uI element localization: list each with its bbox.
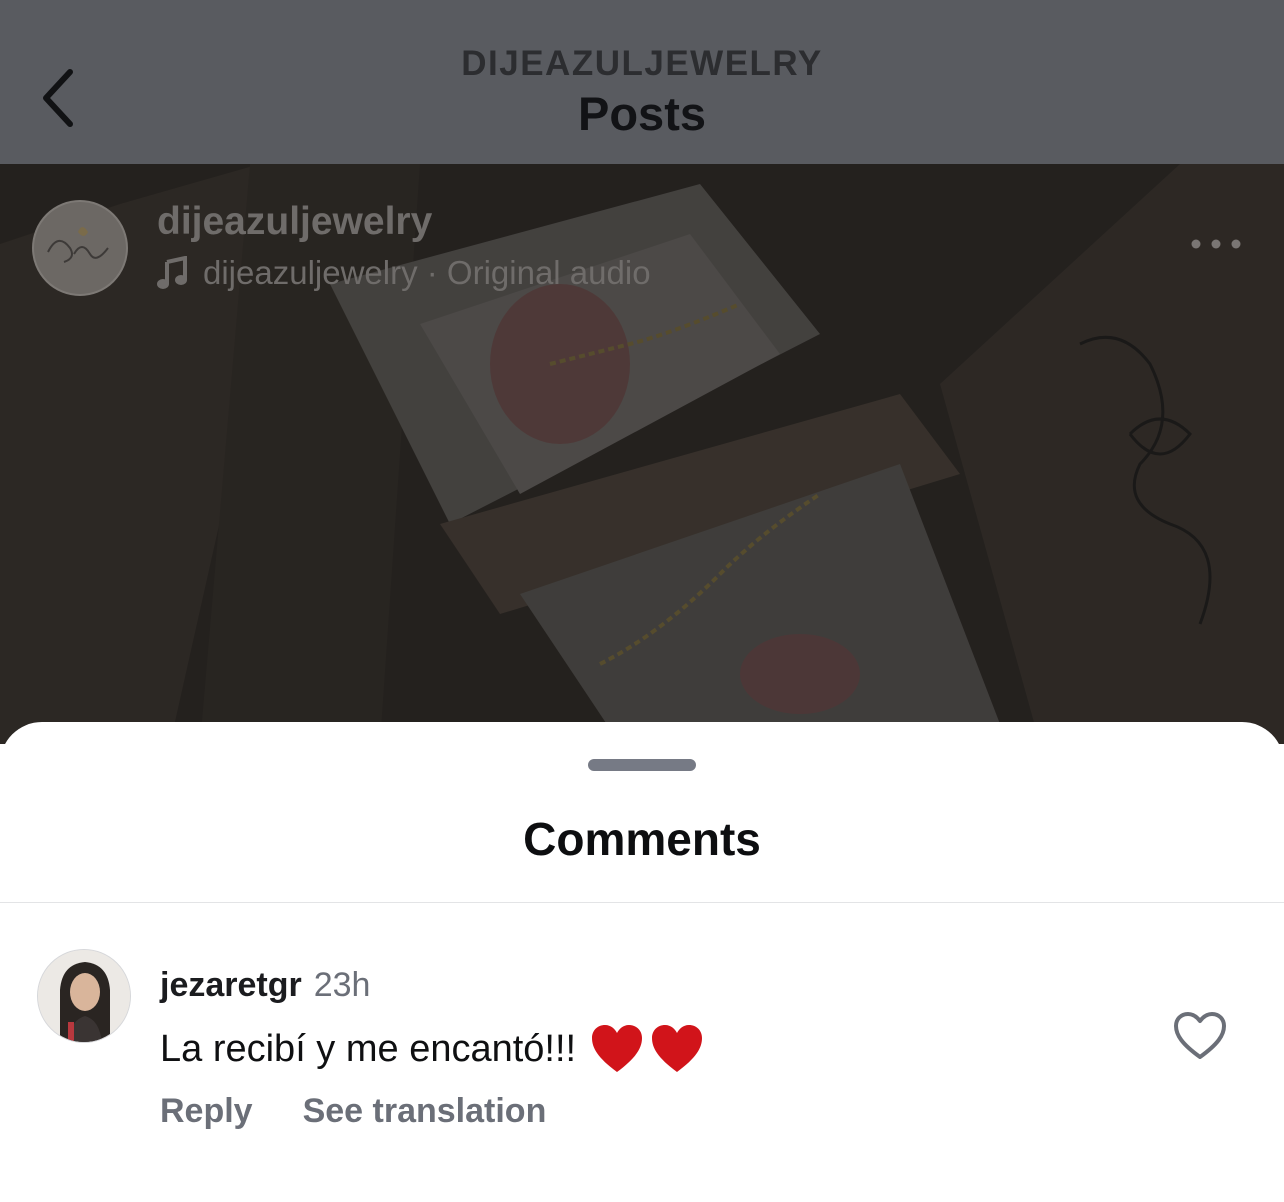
red-heart-icon: [592, 1025, 643, 1072]
comment-timestamp: 23h: [313, 966, 371, 1004]
sheet-drag-handle[interactable]: [588, 759, 696, 771]
hearts-emoji: [590, 1024, 704, 1074]
instagram-posts-screen: DIJEAZULJEWELRY Posts dijeazuljewelry di…: [0, 0, 1284, 1202]
heart-outline-icon: [1174, 1012, 1226, 1059]
comments-sheet: Comments jezaretgr 23h La recibí y me en…: [0, 722, 1284, 1202]
account-name-label: DIJEAZULJEWELRY: [461, 44, 823, 83]
post-author-username[interactable]: dijeazuljewelry: [157, 200, 432, 244]
page-title: Posts: [578, 87, 706, 140]
divider: [0, 902, 1284, 903]
comment-actions: Reply See translation: [160, 1092, 546, 1131]
post-author-avatar[interactable]: [32, 200, 128, 296]
commenter-username[interactable]: jezaretgr: [160, 966, 302, 1005]
comments-title: Comments: [523, 813, 761, 865]
like-comment-button[interactable]: [1172, 1010, 1228, 1062]
brand-logo-icon: [47, 227, 109, 263]
comment-body: La recibí y me encantó!!!: [160, 1027, 577, 1070]
more-options-button[interactable]: [1186, 224, 1246, 264]
profile-photo: [38, 950, 130, 1042]
comment-item: jezaretgr 23h La recibí y me encantó!!! …: [0, 946, 1284, 1146]
post-audio-link[interactable]: dijeazuljewelry · Original audio: [157, 254, 651, 292]
dim-overlay: [0, 164, 1284, 744]
comment-header: jezaretgr 23h: [160, 966, 370, 1005]
more-horizontal-icon: [1191, 239, 1241, 249]
see-translation-button[interactable]: See translation: [303, 1092, 547, 1131]
audio-label: dijeazuljewelry · Original audio: [203, 254, 651, 291]
top-navigation-bar: DIJEAZULJEWELRY Posts: [0, 0, 1284, 164]
post-video[interactable]: dijeazuljewelry dijeazuljewelry · Origin…: [0, 164, 1284, 744]
commenter-avatar[interactable]: [37, 949, 131, 1043]
music-note-icon: [157, 256, 187, 289]
comment-text: La recibí y me encantó!!!: [160, 1024, 704, 1074]
reply-button[interactable]: Reply: [160, 1092, 253, 1131]
red-heart-icon: [652, 1025, 703, 1072]
